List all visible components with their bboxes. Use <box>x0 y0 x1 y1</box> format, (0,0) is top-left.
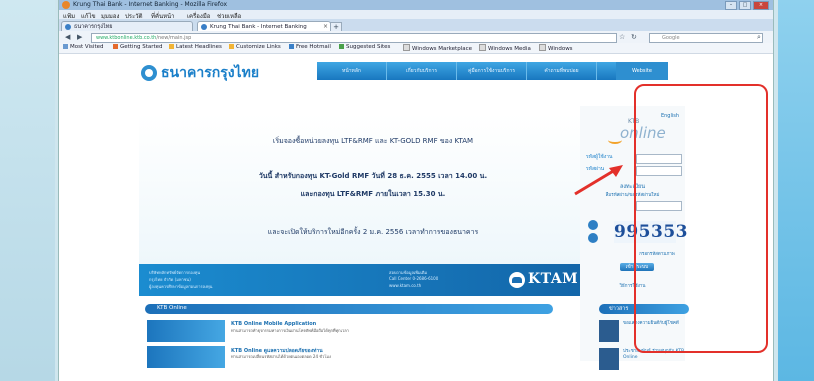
side-news-item[interactable]: ขอแสดงความยินดีกับผู้โชคดี <box>599 320 691 342</box>
bookmark-windows-media[interactable]: Windows Media <box>479 44 531 52</box>
captcha-hint: กรอกรหัสตามภาพ <box>639 252 675 257</box>
news-item[interactable]: KTB Online Mobile Application ท่านสามารถ… <box>147 320 557 342</box>
firefox-icon <box>62 1 70 9</box>
bookmark-getting-started[interactable]: Getting Started <box>113 44 163 50</box>
nav-manual[interactable]: คู่มือการใช้งานบริการ <box>457 62 527 80</box>
refresh-captcha-icon[interactable] <box>588 220 598 230</box>
news-thumbnail <box>147 346 225 368</box>
title-bar: Krung Thai Bank - Internet Banking - Moz… <box>59 0 773 10</box>
address-bar[interactable]: www.ktbonline.ktb.co.th/new/main.jsp <box>91 33 617 43</box>
bookmark-windows-marketplace[interactable]: Windows Marketplace <box>403 44 472 52</box>
bookmarks-toolbar: Most Visited Getting Started Latest Head… <box>59 43 773 54</box>
close-button[interactable]: × <box>753 1 769 10</box>
ktb-logo-text: ธนาคารกรุงไทย <box>161 65 260 81</box>
search-input[interactable]: Google <box>649 33 763 43</box>
captcha-input[interactable] <box>636 201 682 211</box>
reload-icon[interactable]: ↻ <box>631 33 637 41</box>
announcement-panel: เริ่มจองซื้อหน่วยลงทุน LTF&RMF และ KT-GO… <box>139 114 587 264</box>
window-title: Krung Thai Bank - Internet Banking - Moz… <box>73 1 227 8</box>
password-field[interactable] <box>636 166 682 176</box>
ktb-logo-icon <box>141 65 157 81</box>
banner-left-line: ผู้ลงทุนควรศึกษาข้อมูลก่อนการลงทุน <box>149 284 213 289</box>
bookmark-latest-headlines[interactable]: Latest Headlines <box>169 44 222 50</box>
audio-captcha-icon[interactable] <box>588 233 598 243</box>
minimize-button[interactable]: – <box>725 1 737 10</box>
search-icon[interactable]: ⌕ <box>757 33 761 42</box>
site-favicon-icon <box>201 24 207 30</box>
ktb-logo[interactable]: ธนาคารกรุงไทย <box>141 62 266 86</box>
side-news-thumbnail <box>599 348 619 370</box>
tab-label: ธนาคารกรุงไทย <box>74 24 113 30</box>
help-link[interactable]: วิธีการใช้งาน <box>580 282 685 289</box>
ktb-online-logo: KTB online <box>602 116 678 146</box>
news-body: ท่านสามารถเปลี่ยนรหัสผ่านได้ด้วยตนเองตลอ… <box>231 354 331 359</box>
nav-website-tab[interactable]: Website <box>616 62 668 80</box>
side-section-header: ข่าวสาร <box>599 304 689 314</box>
announcement-line-2: วันนี้ สำหรับกองทุน KT-Gold RMF วันที่ 2… <box>258 172 488 180</box>
side-news-item[interactable]: ประชาสัมพันธ์ ร่วมสนุกกับ KTB Online <box>599 348 691 370</box>
ktam-banner[interactable]: บริษัทหลักทรัพย์จัดการกองทุน กรุงไทย จำก… <box>139 264 587 296</box>
nav-about[interactable]: เกี่ยวกับบริการ <box>387 62 457 80</box>
banner-mid-line: สอบถามข้อมูลเพิ่มเติม <box>389 270 428 275</box>
banner-left-line: กรุงไทย จำกัด (มหาชน) <box>149 277 191 282</box>
side-news-text: ประชาสัมพันธ์ ร่วมสนุกกับ KTB Online <box>623 349 685 360</box>
bookmark-free-hotmail[interactable]: Free Hotmail <box>289 44 331 50</box>
bookmark-customize-links[interactable]: Customize Links <box>229 44 281 50</box>
ktam-logo-text: KTAM <box>528 271 579 287</box>
news-body: ท่านสามารถทำธุรกรรมทางการเงินผ่านโทรศัพท… <box>231 328 349 333</box>
ktam-logo-icon <box>509 272 525 288</box>
ktam-logo: KTAM <box>509 270 579 290</box>
web-page: ธนาคารกรุงไทย หน้าหลัก เกี่ยวกับบริการ ค… <box>59 54 773 381</box>
captcha-image: 995353 <box>614 221 688 243</box>
forward-arrow-icon[interactable]: ▶ <box>77 33 82 41</box>
site-navigation: หน้าหลัก เกี่ยวกับบริการ คู่มือการใช้งาน… <box>317 62 667 80</box>
news-section-title: KTB Online <box>157 305 187 311</box>
bookmark-most-visited[interactable]: Most Visited <box>63 44 103 50</box>
ktb-online-text: online <box>620 124 666 142</box>
login-button[interactable]: เข้าสู่ระบบ <box>620 263 654 271</box>
nav-website-label: Website <box>632 68 652 74</box>
back-arrow-icon[interactable]: ◀ <box>65 33 70 41</box>
banner-left-line: บริษัทหลักทรัพย์จัดการกองทุน <box>149 270 201 275</box>
desktop-background-left <box>0 0 55 381</box>
announcement-line-4: และจะเปิดให้บริการใหม่อีกครั้ง 2 ม.ค. 25… <box>267 228 479 236</box>
url-path: /new/main.jsp <box>156 35 192 41</box>
announcement-line-1: เริ่มจองซื้อหน่วยลงทุน LTF&RMF และ KT-GO… <box>272 137 474 145</box>
news-item[interactable]: KTB Online ดูแลความปลอดภัยของท่าน ท่านสา… <box>147 346 557 368</box>
nav-home[interactable]: หน้าหลัก <box>317 62 387 80</box>
banner-mid-line: www.ktam.co.th <box>389 283 422 288</box>
side-news-thumbnail <box>599 320 619 342</box>
ktb-online-swoosh-icon <box>608 136 622 144</box>
red-arrow-icon <box>574 165 623 196</box>
site-favicon-icon <box>65 24 71 30</box>
search-placeholder: Google <box>662 35 680 41</box>
bookmark-suggested-sites[interactable]: Suggested Sites <box>339 44 390 50</box>
banner-mid-line: Call Center 0-2686-6100 <box>389 276 439 281</box>
url-host: www.ktbonline.ktb.co.th <box>96 35 157 41</box>
news-thumbnail <box>147 320 225 342</box>
tab-label: Krung Thai Bank - Internet Banking <box>210 24 307 30</box>
username-field[interactable] <box>636 154 682 164</box>
desktop-background-right <box>778 0 814 381</box>
side-news-text: ขอแสดงความยินดีกับผู้โชคดี <box>623 321 679 326</box>
announcement-line-3: และกองทุน LTF&RMF ภายในเวลา 15.30 น. <box>300 190 446 198</box>
maximize-button[interactable]: □ <box>739 1 751 10</box>
side-section-title: ข่าวสาร <box>609 306 629 312</box>
star-icon[interactable]: ☆ <box>619 33 625 41</box>
bookmark-windows[interactable]: Windows <box>539 44 573 52</box>
browser-window: Krung Thai Bank - Internet Banking - Moz… <box>58 0 774 381</box>
nav-faq[interactable]: คำถามที่พบบ่อย <box>527 62 597 80</box>
news-section-header: KTB Online <box>145 304 553 314</box>
